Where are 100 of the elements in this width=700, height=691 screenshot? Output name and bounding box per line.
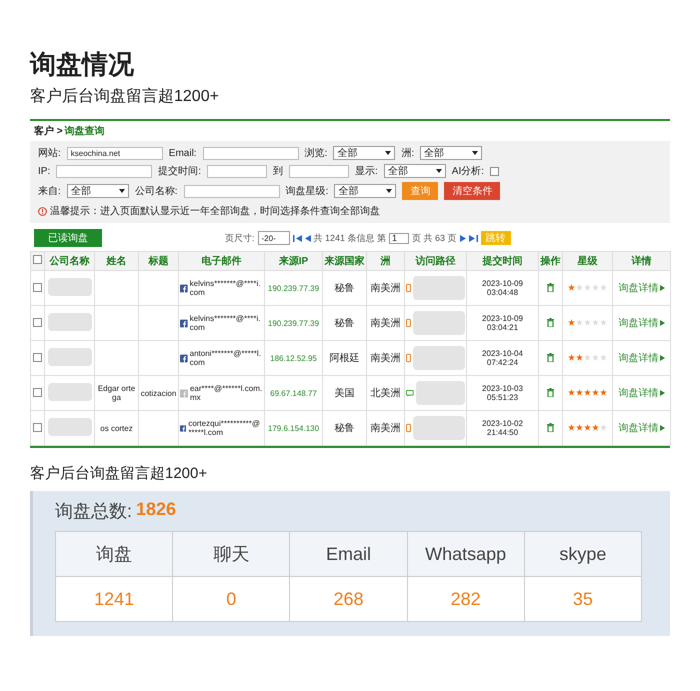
table-cell: 282 bbox=[407, 576, 524, 622]
dropdown[interactable]: 全部 bbox=[384, 164, 446, 178]
record-count: 共 1241 条信息 第 bbox=[314, 232, 386, 244]
input-field[interactable] bbox=[56, 164, 152, 178]
column-header: 标题 bbox=[138, 252, 178, 270]
next-page-icon[interactable] bbox=[460, 234, 466, 242]
table-cell: 2023-10-02 21:44:50 bbox=[482, 419, 523, 437]
first-page-icon[interactable] bbox=[292, 234, 302, 242]
table-cell: cotizacion bbox=[140, 388, 176, 398]
table-cell: 268 bbox=[290, 576, 408, 622]
field-label: 公司名称: bbox=[134, 185, 178, 198]
page-count: 页 共 63 页 bbox=[412, 232, 457, 244]
table-cell: 秘鲁 bbox=[334, 318, 354, 329]
page-subtitle: 客户后台询盘留言超1200+ bbox=[30, 86, 220, 107]
dropdown[interactable]: 全部 bbox=[420, 146, 482, 160]
blurred-block bbox=[48, 348, 92, 366]
table-cell: 美国 bbox=[334, 388, 354, 399]
table-cell: 秘鲁 bbox=[334, 423, 354, 434]
input-field[interactable] bbox=[202, 146, 299, 160]
trash-icon[interactable] bbox=[547, 318, 554, 326]
row-checkbox[interactable] bbox=[33, 422, 42, 432]
email-text: cortezqui**********@*****l.com bbox=[188, 419, 262, 437]
table-cell: Edgar ortega bbox=[98, 384, 136, 402]
checkbox-label: AI分析: bbox=[452, 164, 484, 178]
dropdown[interactable]: 全部 bbox=[66, 184, 129, 198]
row-checkbox[interactable] bbox=[33, 282, 42, 292]
column-header: Whatsapp bbox=[407, 532, 524, 576]
table-cell: 1241 bbox=[56, 576, 173, 622]
blurred-block bbox=[48, 278, 92, 296]
table-cell: 南美洲 bbox=[370, 353, 400, 364]
column-header: 操作 bbox=[538, 252, 562, 270]
last-page-icon[interactable] bbox=[468, 234, 478, 242]
caret-icon bbox=[385, 151, 392, 155]
table-cell: 南美洲 bbox=[370, 283, 400, 294]
ip-text: 186.12.52.95 bbox=[270, 354, 317, 362]
blurred-block bbox=[48, 418, 92, 436]
trash-icon[interactable] bbox=[547, 422, 554, 432]
trash-icon[interactable] bbox=[547, 282, 554, 292]
row-checkbox[interactable] bbox=[33, 388, 42, 396]
column-header: 提交时间 bbox=[466, 252, 538, 270]
table-cell: 2023-10-03 05:51:23 bbox=[482, 384, 523, 402]
info-icon bbox=[38, 206, 47, 216]
field-label: 询盘星级: bbox=[286, 185, 328, 198]
column-header: 公司名称 bbox=[44, 252, 94, 270]
column-header: 访问路径 bbox=[404, 252, 466, 270]
column-header: 询盘 bbox=[56, 532, 173, 576]
previous-page-icon[interactable] bbox=[304, 234, 311, 242]
column-header: 详情 bbox=[612, 252, 670, 270]
page-title: 询盘情况 bbox=[30, 48, 135, 80]
field-label: 显示: bbox=[355, 165, 378, 178]
dropdown[interactable]: 全部 bbox=[334, 184, 396, 198]
caret-icon bbox=[660, 285, 664, 291]
table-cell: 2023-10-04 07:42:24 bbox=[482, 349, 523, 367]
trash-icon[interactable] bbox=[547, 352, 554, 362]
select-all-checkbox[interactable] bbox=[33, 255, 42, 264]
section-caption: 客户后台询盘留言超1200+ bbox=[30, 464, 208, 483]
field-label: 网站: bbox=[38, 146, 61, 160]
date-field[interactable] bbox=[207, 164, 268, 178]
hint-text: 温馨提示：进入页面默认显示近一年全部询盘，时间选择条件查询全部询盘 bbox=[50, 204, 380, 218]
date-field[interactable] bbox=[289, 164, 350, 178]
field-label: 浏览: bbox=[304, 146, 328, 160]
column-header: Email bbox=[290, 532, 408, 576]
checkbox[interactable] bbox=[490, 166, 500, 176]
range-separator: 到 bbox=[273, 165, 284, 178]
table-cell: 秘鲁 bbox=[334, 283, 354, 294]
total-count: 1826 bbox=[136, 499, 176, 521]
read-inquiries-button[interactable]: 已读询盘 bbox=[34, 229, 102, 247]
column-header: 洲 bbox=[366, 252, 404, 270]
column-header: 聊天 bbox=[172, 532, 290, 576]
row-checkbox[interactable] bbox=[33, 352, 42, 362]
trash-icon[interactable] bbox=[547, 388, 554, 396]
table-cell: 0 bbox=[172, 576, 290, 622]
table-cell: 北美洲 bbox=[370, 388, 400, 399]
breadcrumb-link[interactable]: 客户 > bbox=[34, 124, 63, 138]
total-label: 询盘总数: bbox=[55, 500, 132, 523]
input-field[interactable]: kseochina.net bbox=[66, 146, 163, 160]
caret-icon bbox=[660, 355, 664, 361]
row-checkbox[interactable] bbox=[33, 318, 42, 326]
caret-icon bbox=[472, 151, 478, 155]
column-header: 来源国家 bbox=[322, 252, 366, 270]
column-header: 来源IP bbox=[264, 252, 322, 270]
field-label: 提交时间: bbox=[158, 164, 202, 178]
email-text: ear****@******l.com.mx bbox=[190, 384, 263, 402]
field-label: 来自: bbox=[38, 184, 61, 198]
table-cell: 2023-10-09 03:04:48 bbox=[482, 279, 523, 297]
blurred-block bbox=[48, 313, 92, 331]
ip-text: 69.67.148.77 bbox=[270, 388, 317, 398]
page-input[interactable]: 1 bbox=[389, 232, 410, 244]
ip-text: 190.239.77.39 bbox=[268, 318, 320, 328]
clear-button[interactable]: 清空条件 bbox=[444, 182, 500, 200]
email-text: antoni*******@*****l.com bbox=[190, 349, 262, 367]
input-field[interactable] bbox=[184, 184, 280, 198]
column-header: 星级 bbox=[562, 252, 612, 270]
email-text: kelvins*******@****i.com bbox=[190, 314, 262, 332]
dropdown[interactable]: 全部 bbox=[333, 146, 396, 160]
table-cell: 南美洲 bbox=[370, 318, 400, 329]
ip-text: 190.239.77.39 bbox=[268, 284, 320, 292]
page-size-dropdown[interactable]: -20- bbox=[258, 231, 290, 245]
field-label: IP: bbox=[38, 166, 50, 176]
table-cell: 南美洲 bbox=[370, 423, 400, 434]
